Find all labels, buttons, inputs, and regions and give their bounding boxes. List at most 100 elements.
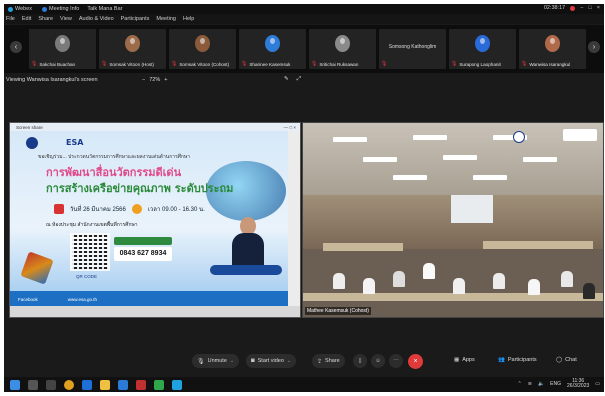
participant-tile[interactable]: 🎙 Somsak Vitoon (Cohost) [169,29,236,69]
start-icon[interactable] [10,379,20,390]
participant-tile[interactable]: Somsong Kathonglim 🎙 [379,29,446,69]
store-icon[interactable] [118,379,128,390]
strip-next-button[interactable]: › [588,41,600,53]
chat-icon: ◯ [556,357,563,363]
website-label: www.esa.go.th [67,296,98,302]
chevron-down-icon[interactable]: ⌄ [230,358,234,364]
minimize-button[interactable]: − [580,5,583,11]
participant-tile[interactable]: 🎙 Surapong Laophanit [449,29,516,69]
chat-button[interactable]: ◯ Chat [556,357,577,363]
meeting-controls: 🎙 Unmute ⌄ ◙ Start video ⌄ ⇪ Share ▯ ☺ ⋯… [4,349,604,375]
menu-participants[interactable]: Participants [121,16,150,22]
start-video-button[interactable]: ◙ Start video ⌄ [246,354,297,368]
mic-muted-icon: 🎙 [521,61,528,67]
shared-window-controls-icon: — □ × [283,124,296,130]
shared-scrollbar[interactable] [288,131,300,307]
mic-muted-icon: 🎙 [171,61,178,67]
esa-logo: ESA [66,138,84,147]
app-title: Webex [15,6,33,12]
participant-tile[interactable]: 🎙 Sakchai Buachan [29,29,96,69]
ministry-logo-icon [513,131,525,143]
apps-icon: ▦ [454,357,460,363]
meeting-timer: 02:38:17 [543,5,566,11]
mic-muted-icon: 🎙 [31,61,38,67]
avatar [475,35,490,52]
maximize-button[interactable]: □ [588,5,591,11]
record-button[interactable]: ▯ [353,354,367,368]
participant-tile[interactable]: 🎙 Sharinee Kasemsuk [239,29,306,69]
system-clock[interactable]: 11:36 26/3/2023 [567,379,589,389]
reactions-icon: ☺ [375,358,381,364]
participants-button[interactable]: 👥 Participants [498,357,537,363]
shared-window-title-bar: Screen share — □ × [10,123,300,131]
network-icon[interactable]: ≋ [528,381,532,387]
more-icon: ⋯ [393,358,399,364]
file-explorer-icon[interactable] [100,379,110,390]
menu-file[interactable]: File [6,16,15,22]
webex-app[interactable]: Webex [8,6,32,12]
avatar [55,35,70,52]
zoom-in-button[interactable]: + [164,77,167,83]
participant-tile[interactable]: 🎙 Sritichai Ruksawan [309,29,376,69]
participant-name: Sakchai Buachan [39,61,76,67]
notification-icon[interactable]: ▭ [595,381,600,387]
menu-bar: File Edit Share View Audio & Video Parti… [4,14,604,24]
recording-icon [570,5,576,11]
close-button[interactable]: × [597,5,600,11]
record-icon: ▯ [358,358,362,364]
chevron-down-icon[interactable]: ⌄ [287,358,291,364]
expand-icon[interactable]: ⤢ [297,76,301,83]
unmute-button[interactable]: 🎙 Unmute ⌄ [192,354,240,368]
facebook-label: Facebook [18,296,38,302]
apps-button[interactable]: ▦ Apps [454,357,475,363]
camera-view[interactable]: Mathee Kasemsuk (Cohost) [302,122,604,318]
reactions-button[interactable]: ☺ [371,354,385,368]
poster-date: วันที่ 26 มีนาคม 2566 [70,207,126,213]
participant-name: Wanwisa Isarangkul [529,61,571,67]
participants-icon: 👥 [498,357,505,363]
webex-icon[interactable] [172,379,182,390]
line-icon[interactable] [154,379,164,390]
up-arrow-icon[interactable]: ⌃ [518,381,522,387]
ministry-logo-icon [26,137,38,149]
meeting-info[interactable]: Meeting Info [42,6,79,12]
clock-icon [131,204,142,214]
more-options-button[interactable]: ⋯ [389,354,403,368]
menu-share[interactable]: Share [38,16,53,22]
info-icon [42,6,48,12]
menu-meeting[interactable]: Meeting [156,16,176,22]
talk-menu[interactable]: Talk Mana Bar [87,6,122,12]
menu-help[interactable]: Help [183,16,194,22]
menu-edit[interactable]: Edit [22,16,31,22]
edge-icon[interactable] [82,379,92,390]
annotate-icon[interactable]: ✎ [284,76,289,83]
zoom-out-button[interactable]: − [142,77,145,83]
system-tray: ⌃ ≋ 🔈 ENG 11:36 26/3/2023 ▭ [518,379,600,389]
participant-name: Somsak Vitoon (Host) [109,61,154,67]
leave-meeting-button[interactable]: × [408,354,423,369]
esa-logo-icon [563,129,597,141]
share-button[interactable]: ⇪ Share [312,354,345,368]
participant-tile[interactable]: 🎙 Somsak Vitoon (Host) [99,29,166,69]
menu-view[interactable]: View [60,16,72,22]
app-icon[interactable] [136,379,146,390]
chrome-icon[interactable] [64,379,74,390]
poster-intro: ขอเชิญร่วม... ประกวดนวัตกรรมการศึกษาและผ… [38,154,191,160]
language-indicator[interactable]: ENG [550,381,561,387]
participant-tile[interactable]: 🎙 Wanwisa Isarangkul [519,29,586,69]
projector-screen [451,195,493,223]
zoom-level[interactable]: 72% [149,77,160,83]
shared-window-title: Screen share [16,124,43,130]
shared-screen[interactable]: Screen share — □ × ESA ขอเชิญร่วม... ประ… [9,122,301,318]
search-icon[interactable] [28,379,38,390]
poster-phone: 0843 627 8934 [114,247,172,261]
avatar [545,35,560,52]
speaker-name-banner [210,265,282,275]
strip-prev-button[interactable]: ‹ [10,41,22,53]
avatar [265,35,280,52]
speaker-photo [232,217,264,265]
task-view-icon[interactable] [46,379,56,390]
menu-audio-video[interactable]: Audio & Video [79,16,114,22]
kite-illustration [20,251,54,285]
volume-icon[interactable]: 🔈 [538,381,544,387]
